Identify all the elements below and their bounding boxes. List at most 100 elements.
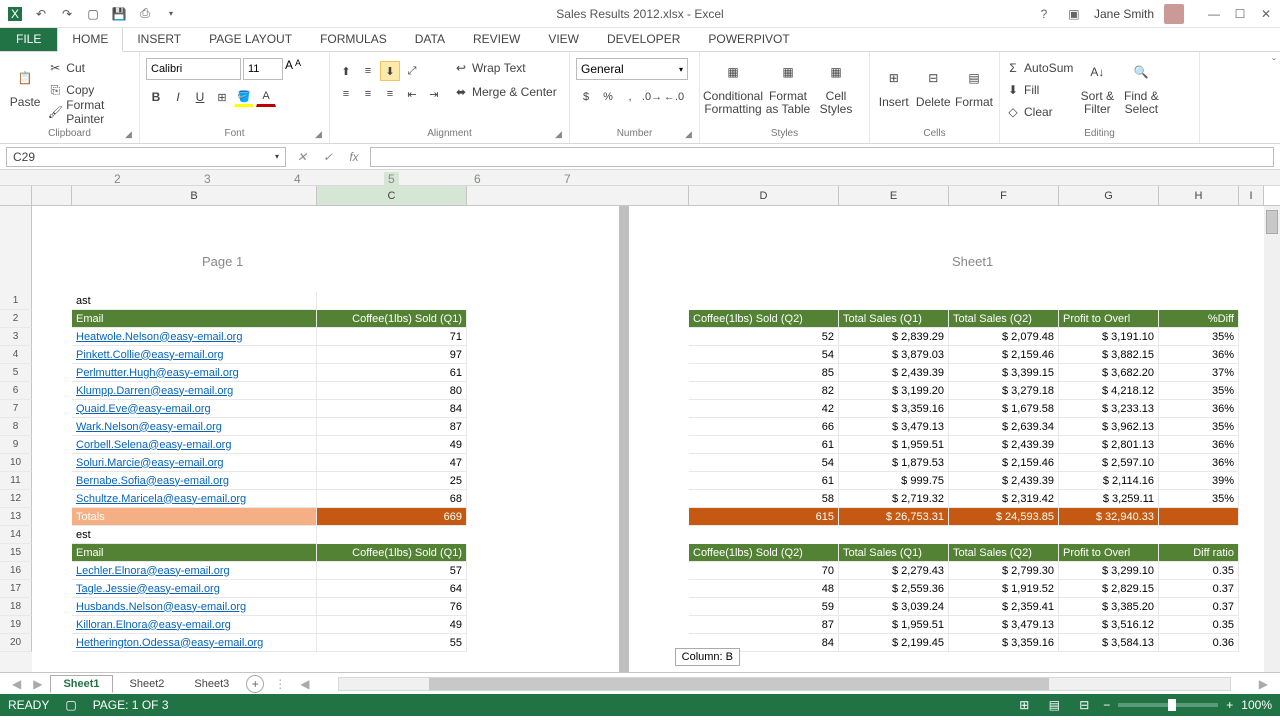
zoom-out-icon[interactable]: − [1103,698,1110,712]
sheet-nav-prev-icon[interactable]: ◀ [8,677,25,691]
increase-decimal-icon[interactable]: .0→ [642,87,662,107]
cell[interactable]: $ 2,279.43 [839,562,949,580]
cell[interactable]: $ 3,962.13 [1059,418,1159,436]
cell[interactable]: $ 2,319.42 [949,490,1059,508]
cell[interactable]: $ 2,597.10 [1059,454,1159,472]
cell[interactable]: ast [72,292,317,310]
cell[interactable]: 36% [1159,400,1239,418]
cell[interactable]: $ 2,639.34 [949,418,1059,436]
fill-color-icon[interactable]: 🪣 [234,87,254,107]
cell[interactable]: $ 2,079.48 [949,328,1059,346]
cell[interactable]: 35% [1159,490,1239,508]
fx-icon[interactable]: fx [344,147,364,167]
cell[interactable]: 615 [689,508,839,526]
align-top-icon[interactable]: ⬆ [336,61,356,81]
cell[interactable]: $ 2,159.46 [949,346,1059,364]
cell[interactable]: 87 [317,418,467,436]
cell[interactable]: 0.37 [1159,580,1239,598]
fill-button[interactable]: ⬇Fill [1006,80,1073,100]
underline-button[interactable]: U [190,87,210,107]
cell[interactable]: Total Sales (Q1) [839,310,949,328]
tab-data[interactable]: DATA [401,27,459,51]
undo-icon[interactable]: ↶ [30,3,52,25]
new-icon[interactable]: ▢ [82,3,104,25]
cell[interactable]: $ 3,039.24 [839,598,949,616]
cell[interactable]: 0.35 [1159,616,1239,634]
format-button[interactable]: ▤Format [955,58,993,124]
cell[interactable]: $ 999.75 [839,472,949,490]
cell[interactable]: Soluri.Marcie@easy-email.org [72,454,317,472]
tab-formulas[interactable]: FORMULAS [306,27,401,51]
redo-icon[interactable]: ↷ [56,3,78,25]
sort-filter-button[interactable]: A↓Sort & Filter [1077,58,1117,124]
avatar[interactable] [1164,4,1184,24]
pagelayout-view-icon[interactable]: ▤ [1043,696,1065,714]
align-right-icon[interactable]: ≡ [380,84,400,104]
cell[interactable]: Diff ratio [1159,544,1239,562]
cell[interactable]: Perlmutter.Hugh@easy-email.org [72,364,317,382]
cell[interactable]: Corbell.Selena@easy-email.org [72,436,317,454]
font-size-input[interactable] [243,58,283,80]
select-all-corner[interactable] [0,186,32,205]
format-as-table-button[interactable]: ▦Format as Table [764,58,812,124]
alignment-launcher-icon[interactable]: ◢ [555,129,567,141]
tab-developer[interactable]: DEVELOPER [593,27,694,51]
cell[interactable]: $ 3,879.03 [839,346,949,364]
horizontal-scrollbar[interactable] [338,677,1231,691]
cell[interactable]: Hetherington.Odessa@easy-email.org [72,634,317,652]
paste-button[interactable]: 📋Paste [6,58,44,124]
cell[interactable]: 61 [689,436,839,454]
font-color-icon[interactable]: A [256,87,276,107]
number-launcher-icon[interactable]: ◢ [685,129,697,141]
cell[interactable]: Email [72,544,317,562]
name-box[interactable]: C29▾ [6,147,286,167]
cell[interactable]: Totals [72,508,317,526]
cell[interactable]: $ 3,259.11 [1059,490,1159,508]
cell[interactable]: Total Sales (Q2) [949,310,1059,328]
cell[interactable]: 54 [689,346,839,364]
cell[interactable]: 59 [689,598,839,616]
cell[interactable]: $ 3,191.10 [1059,328,1159,346]
excel-icon[interactable]: X [4,3,26,25]
cell[interactable]: 35% [1159,418,1239,436]
cell[interactable]: 49 [317,436,467,454]
cell[interactable]: Killoran.Elnora@easy-email.org [72,616,317,634]
cell[interactable]: 61 [689,472,839,490]
comma-icon[interactable]: , [620,87,640,107]
font-launcher-icon[interactable]: ◢ [315,129,327,141]
cell[interactable]: Quaid.Eve@easy-email.org [72,400,317,418]
cell[interactable]: 52 [689,328,839,346]
tab-insert[interactable]: INSERT [123,27,195,51]
cell[interactable]: 36% [1159,454,1239,472]
orientation-icon[interactable]: ⤢ [402,61,422,81]
conditional-formatting-button[interactable]: ▦Conditional Formatting [706,58,760,124]
cell[interactable]: $ 2,359.41 [949,598,1059,616]
delete-button[interactable]: ⊟Delete [916,58,952,124]
align-middle-icon[interactable]: ≡ [358,61,378,81]
cell[interactable]: $ 32,940.33 [1059,508,1159,526]
cell[interactable]: 35% [1159,328,1239,346]
cell[interactable]: $ 2,799.30 [949,562,1059,580]
zoom-slider[interactable] [1118,703,1218,707]
cell[interactable] [1159,508,1239,526]
sheet-tab-2[interactable]: Sheet2 [117,675,178,693]
cell[interactable]: 57 [317,562,467,580]
cell[interactable]: 87 [689,616,839,634]
cell[interactable]: $ 2,719.32 [839,490,949,508]
align-bottom-icon[interactable]: ⬇ [380,61,400,81]
cell[interactable]: $ 2,801.13 [1059,436,1159,454]
cell[interactable]: $ 2,439.39 [949,436,1059,454]
qat-dropdown-icon[interactable]: ▾ [160,3,182,25]
cell[interactable]: 71 [317,328,467,346]
cell[interactable]: 0.37 [1159,598,1239,616]
cell[interactable]: %Diff [1159,310,1239,328]
cell[interactable]: 0.36 [1159,634,1239,652]
cell[interactable]: Coffee(1lbs) Sold (Q2) [689,310,839,328]
normal-view-icon[interactable]: ⊞ [1013,696,1035,714]
cell[interactable]: $ 3,199.20 [839,382,949,400]
cell[interactable]: Heatwole.Nelson@easy-email.org [72,328,317,346]
cell[interactable]: $ 1,679.58 [949,400,1059,418]
help-icon[interactable]: ? [1034,5,1054,23]
cell[interactable]: 39% [1159,472,1239,490]
close-icon[interactable]: ✕ [1256,5,1276,23]
